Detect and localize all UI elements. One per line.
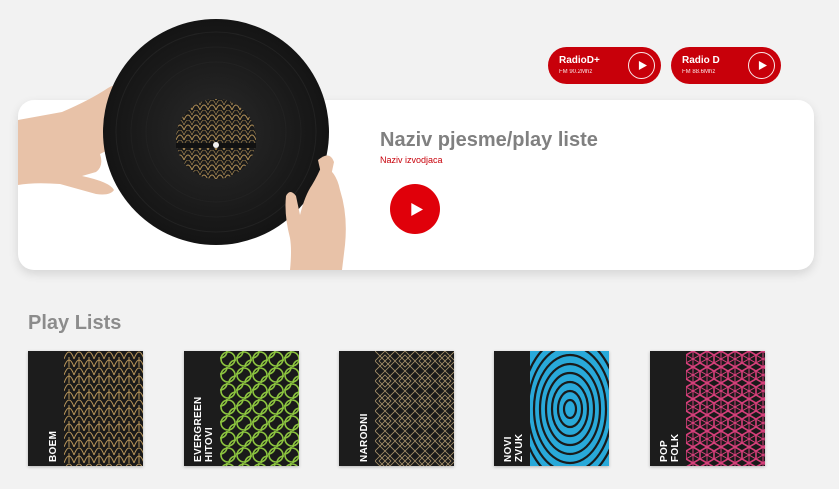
pattern-art — [375, 351, 454, 466]
play-icon — [748, 52, 775, 79]
pattern-art — [64, 351, 143, 466]
radio-station-button-radio-d[interactable]: Radio D FM 88.6Mhz — [671, 47, 781, 84]
playlist-evergreen-hitovi[interactable]: EVERGREEN HITOVI — [184, 351, 299, 466]
playlist-label: POP FOLK — [659, 433, 681, 462]
playlist-label: NARODNI — [359, 413, 370, 462]
radio-station-button-radiod-plus[interactable]: RadioD+ FM 90.2Mhz — [548, 47, 661, 84]
main-play-button[interactable] — [390, 184, 440, 234]
pattern-art — [686, 351, 765, 466]
play-icon — [411, 202, 423, 216]
pattern-art — [530, 351, 609, 466]
playlist-boem[interactable]: BOEM — [28, 351, 143, 466]
playlist-label: BOEM — [48, 430, 59, 462]
radio-station-frequency: FM 88.6Mhz — [682, 69, 716, 75]
song-title: Naziv pjesme/play liste — [380, 129, 598, 151]
play-icon — [628, 52, 655, 79]
playlist-label: NOVI ZVUK — [503, 433, 525, 462]
playlist-narodni[interactable]: NARODNI — [339, 351, 454, 466]
playlist-pop-folk[interactable]: POP FOLK — [650, 351, 765, 466]
section-title-play-lists: Play Lists — [28, 312, 122, 334]
radio-station-name: Radio D — [682, 55, 720, 66]
pattern-art — [220, 351, 299, 466]
radio-station-frequency: FM 90.2Mhz — [559, 69, 593, 75]
playlist-novi-zvuk[interactable]: NOVI ZVUK — [494, 351, 609, 466]
artist-name: Naziv izvodjaca — [380, 155, 443, 165]
playlist-label: EVERGREEN HITOVI — [193, 396, 215, 463]
radio-station-name: RadioD+ — [559, 55, 600, 66]
